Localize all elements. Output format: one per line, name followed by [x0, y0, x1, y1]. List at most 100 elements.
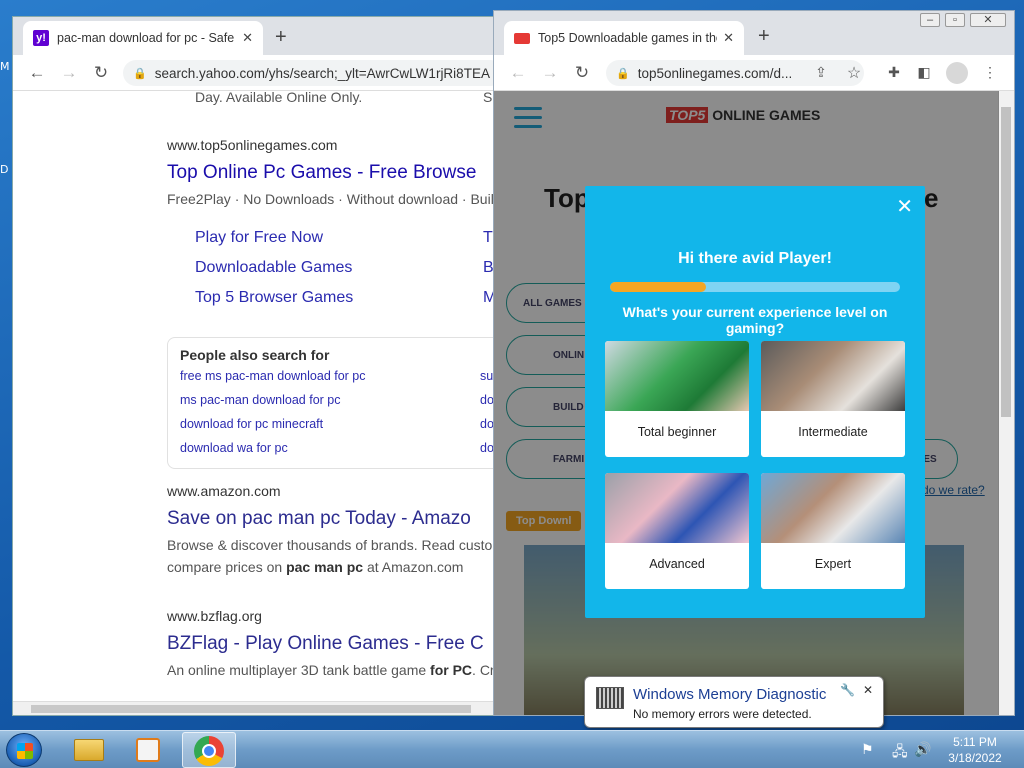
- address-url: top5onlinegames.com/d...: [637, 65, 793, 81]
- modal-heading: Hi there avid Player!: [678, 250, 832, 267]
- windows-logo-icon: [17, 743, 33, 759]
- tab-title: pac-man download for pc - Safe: [57, 31, 235, 45]
- browser-window-top5: – ▫ ✕ Top5 Downloadable games in the ✕ +…: [493, 10, 1015, 716]
- sitelink[interactable]: B: [483, 259, 493, 277]
- snippet-bold: pac man pc: [286, 559, 364, 575]
- result-title-link[interactable]: Save on pac man pc Today - Amazo: [167, 508, 471, 530]
- balloon-notification[interactable]: Windows Memory Diagnostic No memory erro…: [584, 676, 884, 728]
- media-player-icon: [136, 738, 160, 762]
- tab-top5-games[interactable]: Top5 Downloadable games in the ✕: [504, 21, 744, 55]
- taskbar: ⚑ 🖧 🔊 5:11 PM 3/18/2022: [0, 730, 1024, 768]
- back-button[interactable]: ←: [21, 63, 53, 83]
- close-tab-icon[interactable]: ✕: [723, 30, 734, 46]
- settings-wrench-icon[interactable]: 🔧: [840, 683, 855, 697]
- chrome-icon: [194, 736, 224, 766]
- result-url[interactable]: www.amazon.com: [167, 483, 281, 499]
- new-tab-button[interactable]: +: [275, 26, 287, 49]
- notification-message: No memory errors were detected.: [633, 707, 812, 721]
- desktop-icon-label[interactable]: M: [0, 60, 10, 73]
- reload-button[interactable]: ↻: [85, 63, 117, 83]
- option-total-beginner[interactable]: Total beginner: [605, 341, 749, 457]
- taskbar-explorer[interactable]: [62, 732, 116, 768]
- extensions-icon[interactable]: ✚: [878, 64, 910, 81]
- people-also-search-box: People also search for free ms pac-man d…: [167, 337, 493, 469]
- experience-level-modal: ✕ Hi there avid Player! What's your curr…: [585, 186, 925, 618]
- taskbar-chrome[interactable]: [182, 732, 236, 768]
- sitelink[interactable]: Top 5 Browser Games: [195, 289, 353, 307]
- modal-close-button[interactable]: ✕: [896, 194, 913, 219]
- notification-close-button[interactable]: ✕: [863, 683, 873, 697]
- result-title-link[interactable]: Top Online Pc Games - Free Browse: [167, 162, 476, 184]
- scrollbar-thumb[interactable]: [31, 705, 471, 713]
- result-snippet: An online multiplayer 3D tank battle gam…: [167, 662, 493, 678]
- network-icon[interactable]: 🖧: [892, 741, 908, 765]
- menu-icon[interactable]: ⋮: [974, 64, 1006, 81]
- start-button[interactable]: [6, 733, 42, 767]
- related-search-link[interactable]: download wa for pc: [180, 441, 288, 455]
- forward-button[interactable]: →: [534, 63, 566, 83]
- result-url[interactable]: www.bzflag.org: [167, 608, 262, 624]
- related-search-link[interactable]: do: [480, 417, 493, 431]
- option-expert[interactable]: Expert: [761, 473, 905, 589]
- option-label: Advanced: [649, 557, 705, 571]
- snippet-bold: for PC: [430, 662, 473, 678]
- headset-gamer-photo: [761, 473, 905, 543]
- tab-yahoo-search[interactable]: y! pac-man download for pc - Safe ✕: [23, 21, 263, 55]
- close-tab-icon[interactable]: ✕: [242, 30, 253, 46]
- related-search-link[interactable]: free ms pac-man download for pc: [180, 369, 366, 383]
- progress-fill: [610, 282, 706, 292]
- option-label: Intermediate: [798, 425, 868, 439]
- quiz-progress-bar: [610, 282, 900, 292]
- clock-time: 5:11 PM: [953, 735, 997, 749]
- snippet-text: at Amazon.com: [363, 559, 464, 575]
- related-search-link[interactable]: do: [480, 393, 493, 407]
- back-button[interactable]: ←: [502, 63, 534, 83]
- notification-title: Windows Memory Diagnostic: [633, 686, 827, 703]
- horizontal-scrollbar[interactable]: [13, 701, 493, 715]
- tab-strip: y! pac-man download for pc - Safe ✕ +: [13, 17, 493, 55]
- memory-chip-icon: [596, 687, 624, 709]
- related-search-link[interactable]: download for pc minecraft: [180, 417, 323, 431]
- top5-favicon-icon: [514, 32, 530, 44]
- new-tab-button[interactable]: +: [758, 25, 770, 48]
- result-snippet: Browse & discover thousands of brands. R…: [167, 537, 493, 553]
- sitelink[interactable]: M: [483, 289, 493, 307]
- system-clock[interactable]: 5:11 PM 3/18/2022: [940, 734, 1010, 766]
- bookmark-star-icon[interactable]: ☆: [838, 63, 870, 83]
- search-results-page: Day. Available Online Only. Sa www.top5o…: [13, 92, 493, 701]
- sitelink[interactable]: Downloadable Games: [195, 259, 352, 277]
- result-title-link[interactable]: BZFlag - Play Online Games - Free C: [167, 633, 484, 655]
- browser-window-yahoo: y! pac-man download for pc - Safe ✕ + ← …: [12, 16, 494, 716]
- action-center-flag-icon[interactable]: ⚑: [861, 741, 874, 758]
- option-advanced[interactable]: Advanced: [605, 473, 749, 589]
- address-bar[interactable]: 🔒 search.yahoo.com/yhs/search;_ylt=AwrCw…: [123, 60, 493, 86]
- reload-button[interactable]: ↻: [566, 63, 598, 83]
- related-search-link[interactable]: su: [480, 369, 493, 383]
- tab-title: Top5 Downloadable games in the: [538, 31, 718, 45]
- gamer-photo: [605, 473, 749, 543]
- option-label: Expert: [814, 557, 852, 571]
- sitelink[interactable]: T: [483, 229, 493, 247]
- related-search-link[interactable]: ms pac-man download for pc: [180, 393, 341, 407]
- lock-icon: 🔒: [616, 67, 630, 80]
- sitelink[interactable]: Play for Free Now: [195, 229, 323, 247]
- lock-icon: 🔒: [133, 67, 147, 80]
- snippet-text: . Cro: [472, 662, 493, 678]
- minimize-button[interactable]: –: [920, 13, 940, 27]
- related-search-link[interactable]: do: [480, 441, 493, 455]
- taskbar-media-player[interactable]: [122, 732, 176, 768]
- maximize-button[interactable]: ▫: [945, 13, 965, 27]
- forward-button[interactable]: →: [53, 63, 85, 83]
- scrollbar-thumb[interactable]: [1001, 107, 1011, 417]
- side-panel-icon[interactable]: ◧: [908, 64, 940, 81]
- result-snippet: Day. Available Online Only.: [195, 92, 363, 105]
- result-url[interactable]: www.top5onlinegames.com: [167, 137, 337, 153]
- tab-strip: – ▫ ✕ Top5 Downloadable games in the ✕ +: [494, 11, 1014, 55]
- share-icon[interactable]: ⇪: [805, 64, 837, 81]
- desktop-icon-label[interactable]: D: [0, 163, 8, 176]
- option-intermediate[interactable]: Intermediate: [761, 341, 905, 457]
- volume-icon[interactable]: 🔊: [914, 741, 931, 758]
- profile-avatar-icon[interactable]: [946, 62, 968, 84]
- vertical-scrollbar[interactable]: [998, 91, 1014, 715]
- close-window-button[interactable]: ✕: [970, 13, 1006, 27]
